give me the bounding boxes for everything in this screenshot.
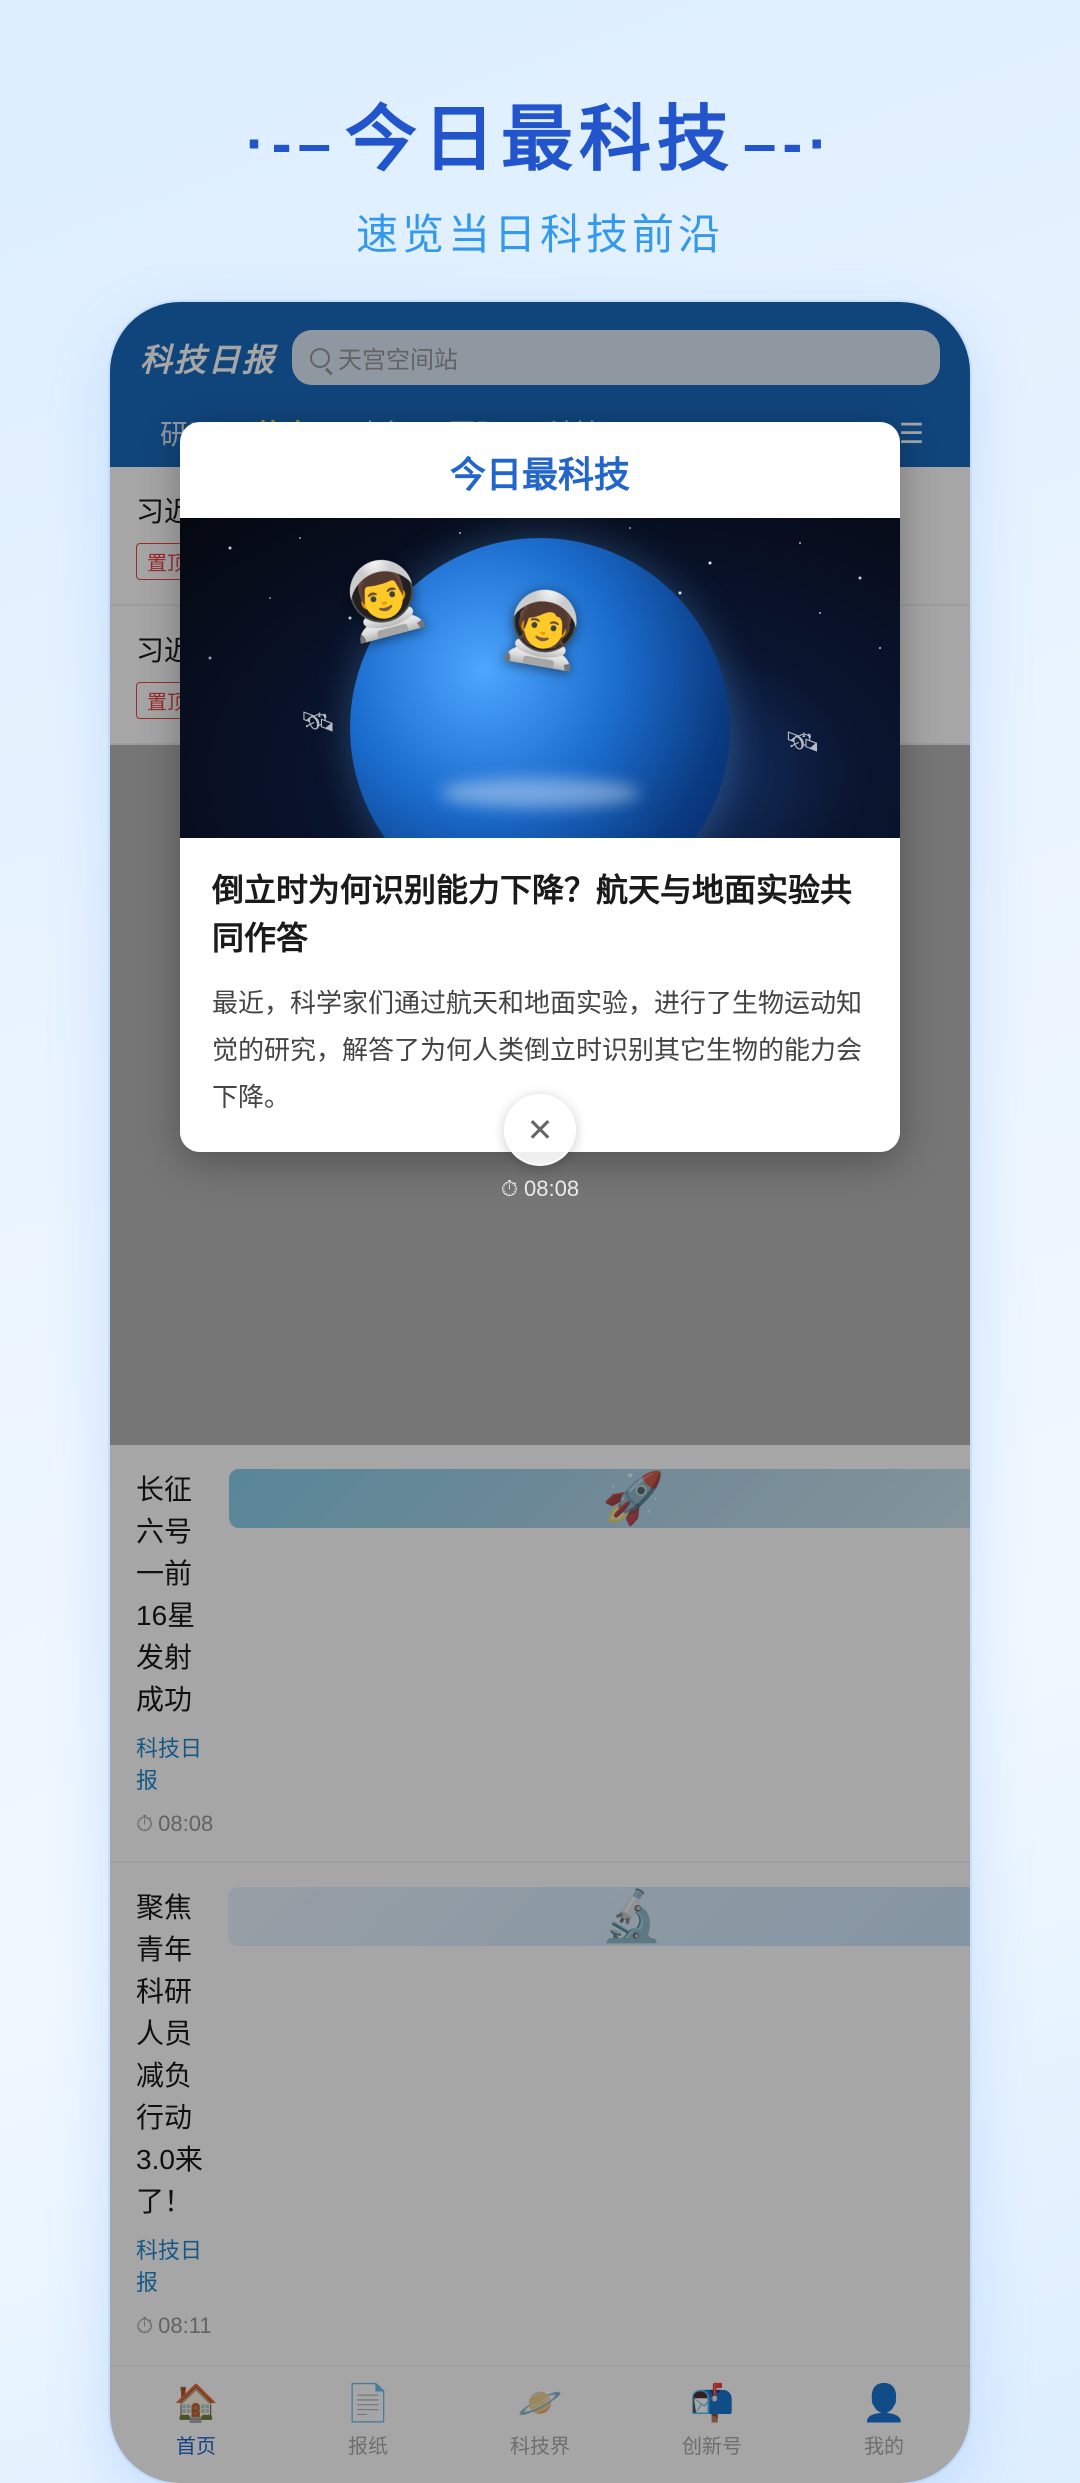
satellite-2: 🛰: [784, 725, 820, 758]
astronaut-2: 🧑‍🚀: [494, 581, 594, 677]
earth-cloud: [440, 778, 640, 808]
popup-title: 今日最科技: [450, 454, 630, 495]
page-header: 今日最科技 速览当日科技前沿: [246, 80, 835, 262]
clock-icon-popup: ⏱: [501, 1176, 518, 1202]
satellite-1: 🛰: [300, 705, 336, 738]
popup-title-bar: 今日最科技: [180, 422, 900, 518]
popup-wrapper: 今日最科技: [180, 422, 900, 1152]
page-title: 今日最科技: [246, 80, 835, 185]
close-x-icon: ✕: [527, 1114, 554, 1146]
popup-close-time: ⏱ 08:08: [501, 1176, 579, 1202]
popup-overlay[interactable]: 今日最科技: [110, 302, 970, 2483]
popup-space-image: 👨‍🚀 🧑‍🚀 🛰 🛰: [180, 518, 900, 838]
popup-card: 今日最科技: [180, 422, 900, 1152]
page-subtitle: 速览当日科技前沿: [246, 201, 835, 262]
close-time-text: 08:08: [524, 1176, 579, 1202]
close-btn-area: ✕ ⏱ 08:08: [501, 1094, 579, 1202]
close-button[interactable]: ✕: [504, 1094, 576, 1166]
phone-frame: 科技日报 天宫空间站 研习 热点 政务 国际 科普 English ☰ 习近… …: [110, 302, 970, 2483]
popup-article-title: 倒立时为何识别能力下降？航天与地面实验共同作答: [212, 866, 868, 962]
